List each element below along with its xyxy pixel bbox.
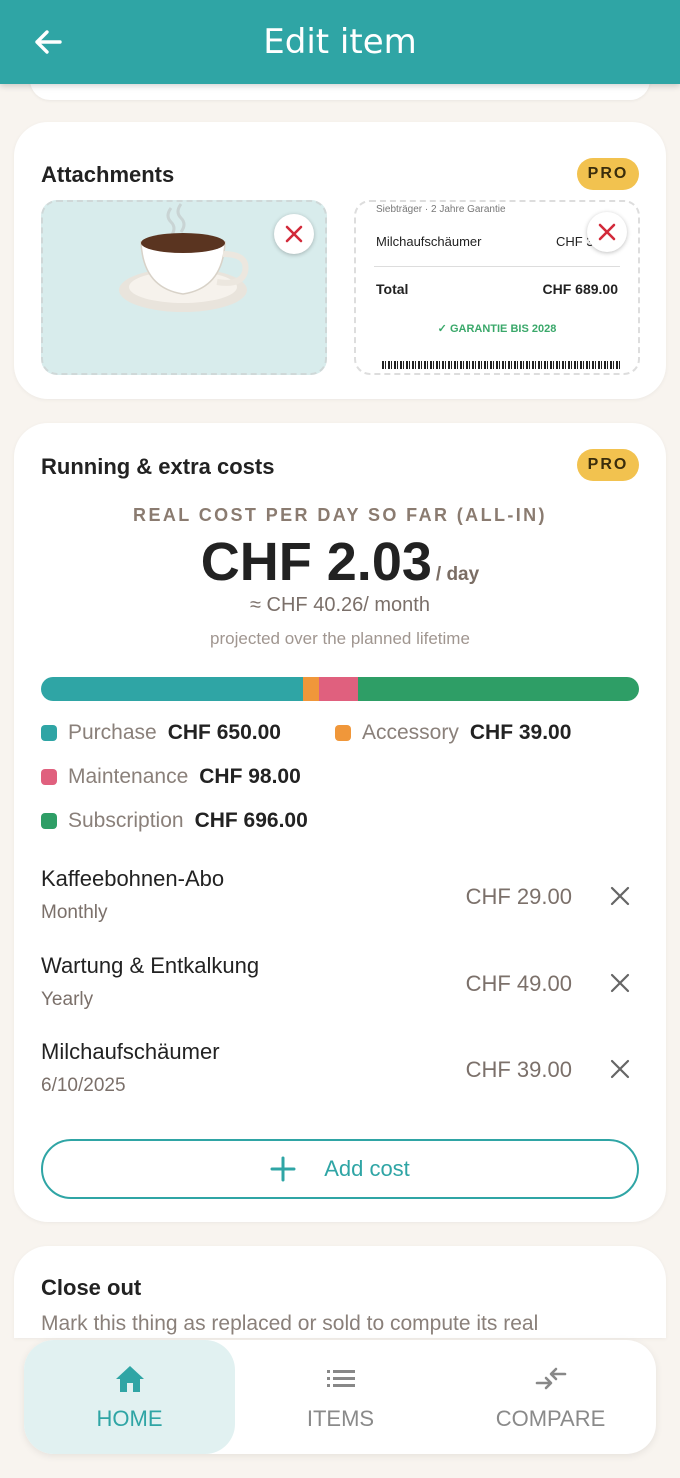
- nav-tab-home-label: HOME: [96, 1406, 163, 1431]
- bottom-navigation: HOME ITEMS COMPARE: [24, 1340, 656, 1454]
- attachments-card: Attachments PRO Siebträger · 2 Jahre Gar…: [14, 122, 666, 399]
- legend-subscription: Subscription CHF 696.00: [41, 809, 308, 833]
- cost-bar-segment-purchase: [41, 677, 304, 701]
- attachments-title: Attachments: [41, 162, 175, 187]
- legend-maintenance-label: Maintenance: [68, 765, 189, 788]
- pro-badge: PRO: [577, 158, 639, 190]
- remove-attachment-button[interactable]: [274, 214, 314, 254]
- list-icon: [326, 1370, 355, 1387]
- cost-frequency: Monthly: [41, 902, 108, 923]
- receipt-guarantee: ✓ GARANTIE BIS 2028: [437, 323, 557, 335]
- cost-bar-segment-subscription: [358, 677, 639, 701]
- legend-purchase: Purchase CHF 650.00: [41, 721, 281, 745]
- legend-purchase-swatch: [41, 725, 57, 741]
- add-cost-button[interactable]: Add cost: [41, 1139, 639, 1199]
- cost-bar-segment-accessory: [303, 677, 319, 701]
- running-costs-card: Running & extra costs PRO REAL COST PER …: [14, 423, 666, 1222]
- cost-name: Wartung & Entkalkung: [41, 953, 260, 978]
- page-title: Edit item: [263, 22, 417, 62]
- close-icon: [285, 225, 303, 243]
- legend-subscription-swatch: [41, 813, 57, 829]
- legend-purchase-value: CHF 650.00: [167, 721, 281, 744]
- legend-maintenance: Maintenance CHF 98.00: [41, 765, 301, 789]
- attachment-photo[interactable]: [41, 200, 327, 375]
- cost-bar-segment-maintenance: [318, 677, 359, 701]
- add-cost-label: Add cost: [324, 1156, 410, 1181]
- nav-tab-items[interactable]: ITEMS: [235, 1340, 446, 1454]
- cost-row[interactable]: Milchaufschäumer 6/10/2025 CHF 39.00: [41, 1039, 639, 1109]
- cost-row[interactable]: Kaffeebohnen-Abo Monthly CHF 29.00: [41, 866, 639, 936]
- nav-tab-items-label: ITEMS: [306, 1406, 375, 1431]
- cost-date: 6/10/2025: [41, 1075, 126, 1096]
- legend-accessory-value: CHF 39.00: [469, 721, 572, 744]
- projection-note: projected over the planned lifetime: [210, 629, 470, 648]
- remove-attachment-button[interactable]: [587, 212, 627, 252]
- cost-per-day-unit: / day: [435, 564, 480, 585]
- delete-cost-icon[interactable]: [609, 1058, 631, 1080]
- legend-subscription-label: Subscription: [68, 809, 184, 832]
- app-bar: Edit item: [0, 0, 680, 84]
- attachment-receipt[interactable]: Siebträger · 2 Jahre Garantie Milchaufsc…: [354, 200, 640, 375]
- delete-cost-icon[interactable]: [609, 885, 631, 907]
- close-out-description: Mark this thing as replaced or sold to c…: [41, 1312, 539, 1335]
- cost-breakdown-bar: [41, 677, 639, 701]
- cost-name: Kaffeebohnen-Abo: [41, 866, 225, 891]
- receipt-barcode: [382, 361, 622, 369]
- cost-amount: CHF 29.00: [465, 884, 572, 909]
- home-icon: [115, 1366, 144, 1392]
- cost-per-day-value: CHF 2.03: [200, 532, 432, 592]
- legend-maintenance-value: CHF 98.00: [199, 765, 301, 788]
- cost-per-month: ≈ CHF 40.26/ month: [250, 594, 430, 616]
- receipt-divider: [374, 266, 620, 267]
- cost-name: Milchaufschäumer: [41, 1039, 220, 1064]
- nav-tab-home[interactable]: HOME: [24, 1340, 235, 1454]
- plus-icon: [270, 1156, 296, 1182]
- nav-tab-compare[interactable]: COMPARE: [445, 1340, 656, 1454]
- delete-cost-icon[interactable]: [609, 972, 631, 994]
- legend-maintenance-swatch: [41, 769, 57, 785]
- close-out-title: Close out: [41, 1275, 142, 1300]
- legend-accessory-swatch: [335, 725, 351, 741]
- nav-tab-compare-label: COMPARE: [495, 1406, 606, 1431]
- legend-subscription-value: CHF 696.00: [194, 809, 308, 832]
- legend-accessory-label: Accessory: [362, 721, 459, 744]
- close-out-card: Close out Mark this thing as replaced or…: [14, 1246, 666, 1338]
- cost-amount: CHF 39.00: [465, 1057, 572, 1082]
- cost-row[interactable]: Wartung & Entkalkung Yearly CHF 49.00: [41, 953, 639, 1023]
- cost-per-day: CHF 2.03/ day: [14, 531, 666, 593]
- legend-accessory: Accessory CHF 39.00: [335, 721, 571, 745]
- pro-badge: PRO: [577, 449, 639, 481]
- cost-per-day-caption: REAL COST PER DAY SO FAR (ALL-IN): [133, 505, 547, 525]
- legend-purchase-label: Purchase: [68, 721, 157, 744]
- receipt-line-item: Milchaufschäumer: [376, 234, 482, 249]
- running-costs-title: Running & extra costs: [41, 454, 275, 479]
- receipt-total-value: CHF 689.00: [542, 281, 618, 297]
- receipt-total-label: Total: [376, 281, 409, 297]
- close-icon: [598, 223, 616, 241]
- receipt-header: Siebträger · 2 Jahre Garantie: [376, 204, 506, 215]
- cost-frequency: Yearly: [41, 989, 94, 1010]
- cost-amount: CHF 49.00: [465, 971, 572, 996]
- compare-icon: [535, 1367, 566, 1390]
